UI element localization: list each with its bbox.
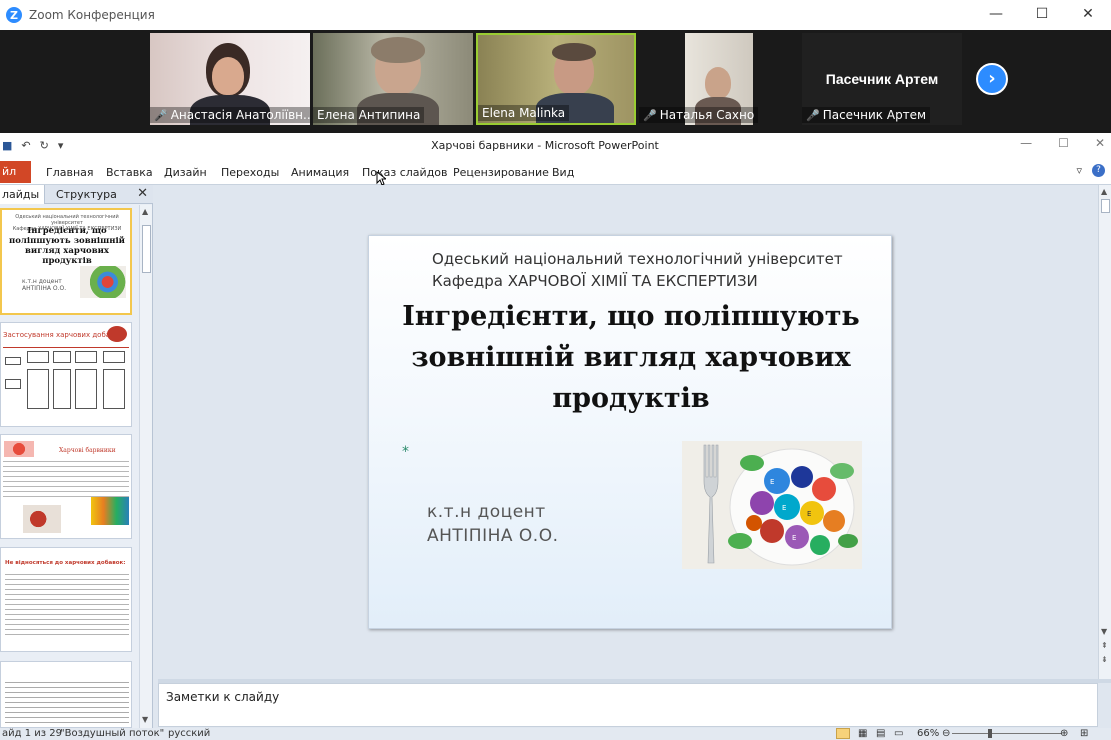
mic-muted-icon: 🎤 (643, 108, 657, 122)
tab-animations[interactable]: Анимация (291, 166, 349, 179)
svg-text:E: E (770, 478, 774, 486)
zoom-out-icon[interactable]: ⊖ (942, 728, 950, 739)
slide-editing-area: Одеський національний технологічний унів… (158, 185, 1098, 679)
next-slide-icon[interactable]: ⇟ (1101, 655, 1108, 664)
notes-placeholder: Заметки к слайду (166, 690, 280, 704)
thumb-title: Харчові барвники (59, 447, 116, 454)
fit-to-window-icon[interactable]: ⊞ (1080, 728, 1088, 739)
slide-title: Інгредієнти, що поліпшують зовнішній виг… (402, 301, 860, 414)
mouse-cursor-icon (376, 171, 386, 186)
slide-thumbnail-5[interactable] (0, 661, 132, 728)
slides-panel-scrollbar[interactable]: ▲ ▼ (139, 205, 152, 728)
zoom-slider-handle[interactable] (988, 729, 992, 738)
participant-display-name: Пасечник Артем (825, 71, 939, 87)
slide-counter: айд 1 из 29 (2, 728, 62, 739)
slide-thumbnail-4[interactable]: Не відносяться до харчових добавок: (0, 547, 132, 652)
video-strip: 🎤 Анастасія Анатоліївн... Елена Антипина … (0, 30, 1111, 133)
participant-tile-active-speaker[interactable]: Elena Malinka (476, 33, 636, 125)
svg-text:E: E (807, 510, 811, 518)
scroll-down-icon[interactable]: ▼ (142, 715, 148, 724)
zoom-logo-icon: Z (6, 7, 22, 23)
tab-insert[interactable]: Вставка (106, 166, 153, 179)
author-name: АНТІПІНА О.О. (427, 526, 559, 546)
thumb-title: Інгредієнти, що поліпшують зовнішній виг… (9, 226, 125, 266)
slides-panel: лайды Структура ✕ Одеський національний … (0, 185, 153, 728)
participant-tile[interactable]: Елена Антипина (313, 33, 473, 125)
mic-muted-icon: 🎤 (154, 108, 168, 122)
participant-tile[interactable]: 🎤 Наталья Сахно (639, 33, 799, 125)
scroll-down-icon[interactable]: ▼ (1101, 627, 1107, 636)
normal-view-icon[interactable] (836, 728, 850, 739)
scrollbar-thumb[interactable] (1101, 199, 1110, 213)
tab-design[interactable]: Дизайн (164, 166, 207, 179)
previous-slide-icon[interactable]: ⇞ (1101, 641, 1108, 650)
language-indicator[interactable]: русский (168, 728, 210, 739)
minimize-button[interactable]: — (973, 0, 1019, 30)
close-button[interactable]: ✕ (1065, 0, 1111, 30)
thumb-title: Не відносяться до харчових добавок: (5, 560, 126, 566)
ppt-minimize-button[interactable]: — (1020, 136, 1032, 150)
tab-home[interactable]: Главная (46, 166, 94, 179)
university-name: Одеський національний технологічний унів… (432, 250, 843, 268)
tab-review[interactable]: Рецензирование (453, 166, 549, 179)
maximize-button[interactable]: ☐ (1019, 0, 1065, 30)
powerpoint-window: ■ ↶ ↻ ▾ Харчові барвники - Microsoft Pow… (0, 133, 1111, 740)
theme-name: "Воздушный поток" (60, 728, 165, 739)
tab-slideshow[interactable]: Показ слайдов (362, 166, 448, 179)
status-bar: айд 1 из 29 "Воздушный поток" русский ▦ … (0, 728, 1111, 740)
scrollbar-thumb[interactable] (142, 225, 151, 273)
slide-scrollbar[interactable]: ▲ ▼ ⇞ ⇟ (1098, 185, 1111, 679)
asterisk-marker: * (402, 444, 409, 460)
food-additives-plate-image: E E E E (682, 441, 862, 569)
tab-file[interactable]: йл (0, 161, 31, 183)
participant-name: Elena Malinka (478, 105, 570, 121)
scroll-up-icon[interactable]: ▲ (1101, 187, 1107, 196)
tab-outline[interactable]: Структура (56, 188, 117, 201)
ppt-close-button[interactable]: ✕ (1095, 136, 1105, 150)
participant-name: 🎤 Анастасія Анатоліївн... (150, 107, 310, 123)
zoom-window-title: Zoom Конференция (29, 8, 155, 22)
minimize-ribbon-icon[interactable]: ▿ (1076, 164, 1082, 177)
tab-view[interactable]: Вид (552, 166, 574, 179)
department-name: Кафедра ХАРЧОВОЇ ХІМІЇ ТА ЕКСПЕРТИЗИ (432, 272, 758, 290)
reading-view-icon[interactable]: ▤ (876, 728, 885, 739)
author-degree: к.т.н доцент (427, 502, 546, 522)
svg-text:E: E (792, 534, 796, 542)
slide-thumbnail-2[interactable]: Застосування харчових добавок (0, 322, 132, 427)
thumb-title: Застосування харчових добавок (3, 331, 123, 339)
zoom-in-icon[interactable]: ⊕ (1060, 728, 1068, 739)
ppt-titlebar: ■ ↶ ↻ ▾ Харчові барвники - Microsoft Pow… (0, 133, 1111, 159)
current-slide[interactable]: Одеський національний технологічний унів… (368, 235, 892, 629)
slideshow-view-icon[interactable]: ▭ (894, 728, 903, 739)
help-icon[interactable]: ? (1092, 164, 1105, 177)
slide-thumbnail-3[interactable]: Харчові барвники (0, 434, 132, 539)
zoom-level[interactable]: 66% (917, 728, 939, 739)
participant-tile[interactable]: 🎤 Анастасія Анатоліївн... (150, 33, 310, 125)
close-panel-icon[interactable]: ✕ (137, 186, 148, 201)
tab-transitions[interactable]: Переходы (221, 166, 279, 179)
ppt-window-title: Харчові барвники - Microsoft PowerPoint (431, 139, 659, 152)
slide-sorter-icon[interactable]: ▦ (858, 728, 867, 739)
notes-pane[interactable]: Заметки к слайду (158, 683, 1098, 727)
zoom-titlebar: Z Zoom Конференция — ☐ ✕ (0, 0, 1111, 30)
slide-thumbnail-1[interactable]: Одеський національний технологічний унів… (0, 208, 132, 315)
next-participants-button[interactable]: › (976, 63, 1008, 95)
participant-name: Елена Антипина (313, 107, 425, 123)
participant-tile[interactable]: Пасечник Артем 🎤 Пасечник Артем (802, 33, 962, 125)
ppt-maximize-button[interactable]: ☐ (1058, 136, 1069, 150)
participant-name: 🎤 Наталья Сахно (639, 107, 759, 123)
zoom-slider[interactable] (952, 733, 1062, 734)
ribbon-tabs: йл Главная Вставка Дизайн Переходы Анима… (0, 159, 1111, 186)
thumb-image (80, 266, 126, 298)
tab-slides[interactable]: лайды (2, 188, 39, 201)
participant-name: 🎤 Пасечник Артем (802, 107, 931, 123)
svg-text:E: E (782, 504, 786, 512)
mic-muted-icon: 🎤 (806, 108, 820, 122)
scroll-up-icon[interactable]: ▲ (142, 207, 148, 216)
